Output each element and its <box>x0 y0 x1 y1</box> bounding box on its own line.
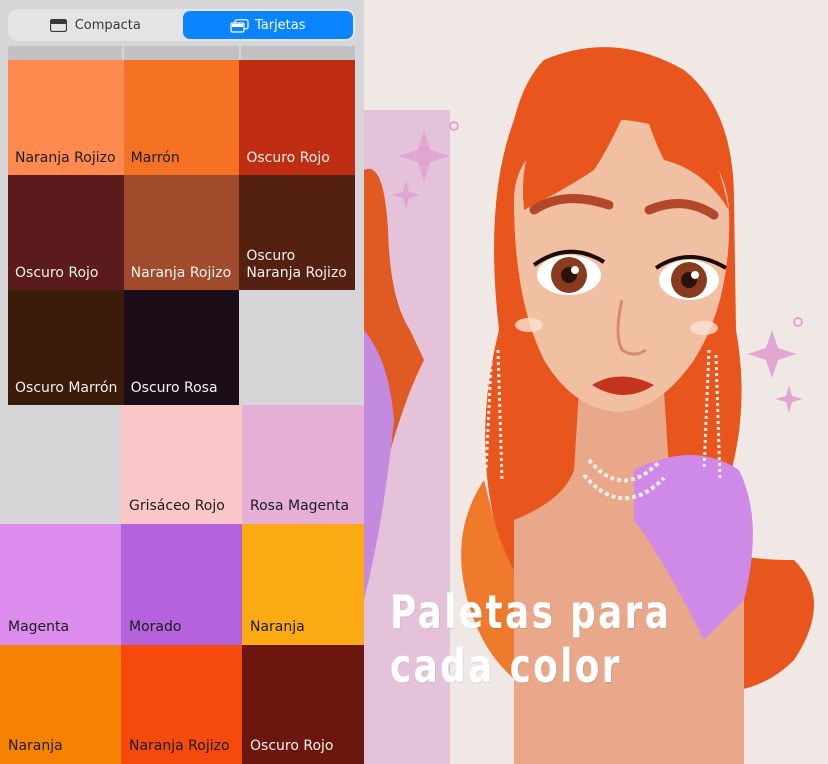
compact-view-label: Compacta <box>74 17 141 33</box>
color-swatch[interactable]: Naranja <box>0 645 121 764</box>
palette-grid-warm: Naranja Rojizo Marrón Oscuro Rojo Oscuro… <box>8 60 355 405</box>
view-mode-segmented-control: Compacta Tarjetas <box>8 9 355 41</box>
color-swatch[interactable]: Morado <box>121 524 242 645</box>
color-swatch[interactable]: Oscuro Marrón <box>8 290 124 405</box>
swatch-label: Oscuro Rojo <box>15 265 99 281</box>
empty-swatch[interactable] <box>239 290 355 405</box>
swatch-label: Naranja <box>8 738 63 754</box>
palette-header-strip <box>8 46 355 60</box>
swatch-label: Oscuro Marrón <box>15 380 118 396</box>
header-cell <box>240 46 355 60</box>
swatch-label: Oscuro Naranja Rojizo <box>246 248 347 281</box>
color-swatch[interactable]: Magenta <box>0 524 121 645</box>
swatch-label: Marrón <box>130 150 180 166</box>
swatch-label: Naranja Rojizo <box>130 265 232 281</box>
swatch-label: Oscuro Rojo <box>246 150 330 166</box>
cards-view-button[interactable]: Tarjetas <box>182 11 353 39</box>
color-swatch[interactable]: Naranja <box>242 524 364 645</box>
color-swatch[interactable]: Oscuro Rojo <box>242 645 364 764</box>
headline-line-1: Paletas para <box>390 585 672 639</box>
color-swatch[interactable]: Naranja Rojizo <box>121 645 242 764</box>
color-swatch[interactable]: Oscuro Rojo <box>8 175 124 290</box>
palette-panel: Compacta Tarjetas Naranja Rojizo Marrón … <box>0 0 364 764</box>
swatch-label: Oscuro Rojo <box>250 738 334 754</box>
color-swatch[interactable]: Naranja Rojizo <box>8 60 124 175</box>
swatch-label: Grisáceo Rojo <box>129 498 225 514</box>
swatch-label: Naranja Rojizo <box>129 738 230 754</box>
cards-view-icon <box>230 18 249 33</box>
compact-view-icon <box>49 18 67 32</box>
color-swatch[interactable]: Marrón <box>123 60 240 175</box>
promo-headline: Paletas para cada color <box>390 585 718 693</box>
color-swatch[interactable]: Oscuro Rosa <box>123 290 240 405</box>
color-swatch[interactable]: Rosa Magenta <box>242 405 364 524</box>
color-swatch[interactable]: Oscuro Rojo <box>239 60 355 175</box>
color-swatch[interactable]: Oscuro Naranja Rojizo <box>239 175 355 290</box>
illustration-area: Paletas para cada color <box>364 0 828 764</box>
swatch-label: Rosa Magenta <box>250 498 350 514</box>
color-swatch[interactable]: Grisáceo Rojo <box>121 405 242 524</box>
swatch-label: Morado <box>129 619 182 635</box>
swatch-label: Naranja Rojizo <box>15 150 116 166</box>
swatch-label: Magenta <box>8 619 70 635</box>
cards-view-label: Tarjetas <box>254 17 306 33</box>
header-cell <box>8 46 123 60</box>
swatch-label: Oscuro Rosa <box>130 380 218 396</box>
palette-grid-vivid: Grisáceo Rojo Rosa Magenta Magenta Morad… <box>0 405 364 764</box>
swatch-label: Naranja <box>250 619 305 635</box>
headline-line-2: cada color <box>390 639 622 693</box>
color-swatch[interactable]: Naranja Rojizo <box>123 175 240 290</box>
empty-swatch[interactable] <box>0 405 121 524</box>
header-cell <box>124 46 239 60</box>
compact-view-button[interactable]: Compacta <box>10 11 181 39</box>
